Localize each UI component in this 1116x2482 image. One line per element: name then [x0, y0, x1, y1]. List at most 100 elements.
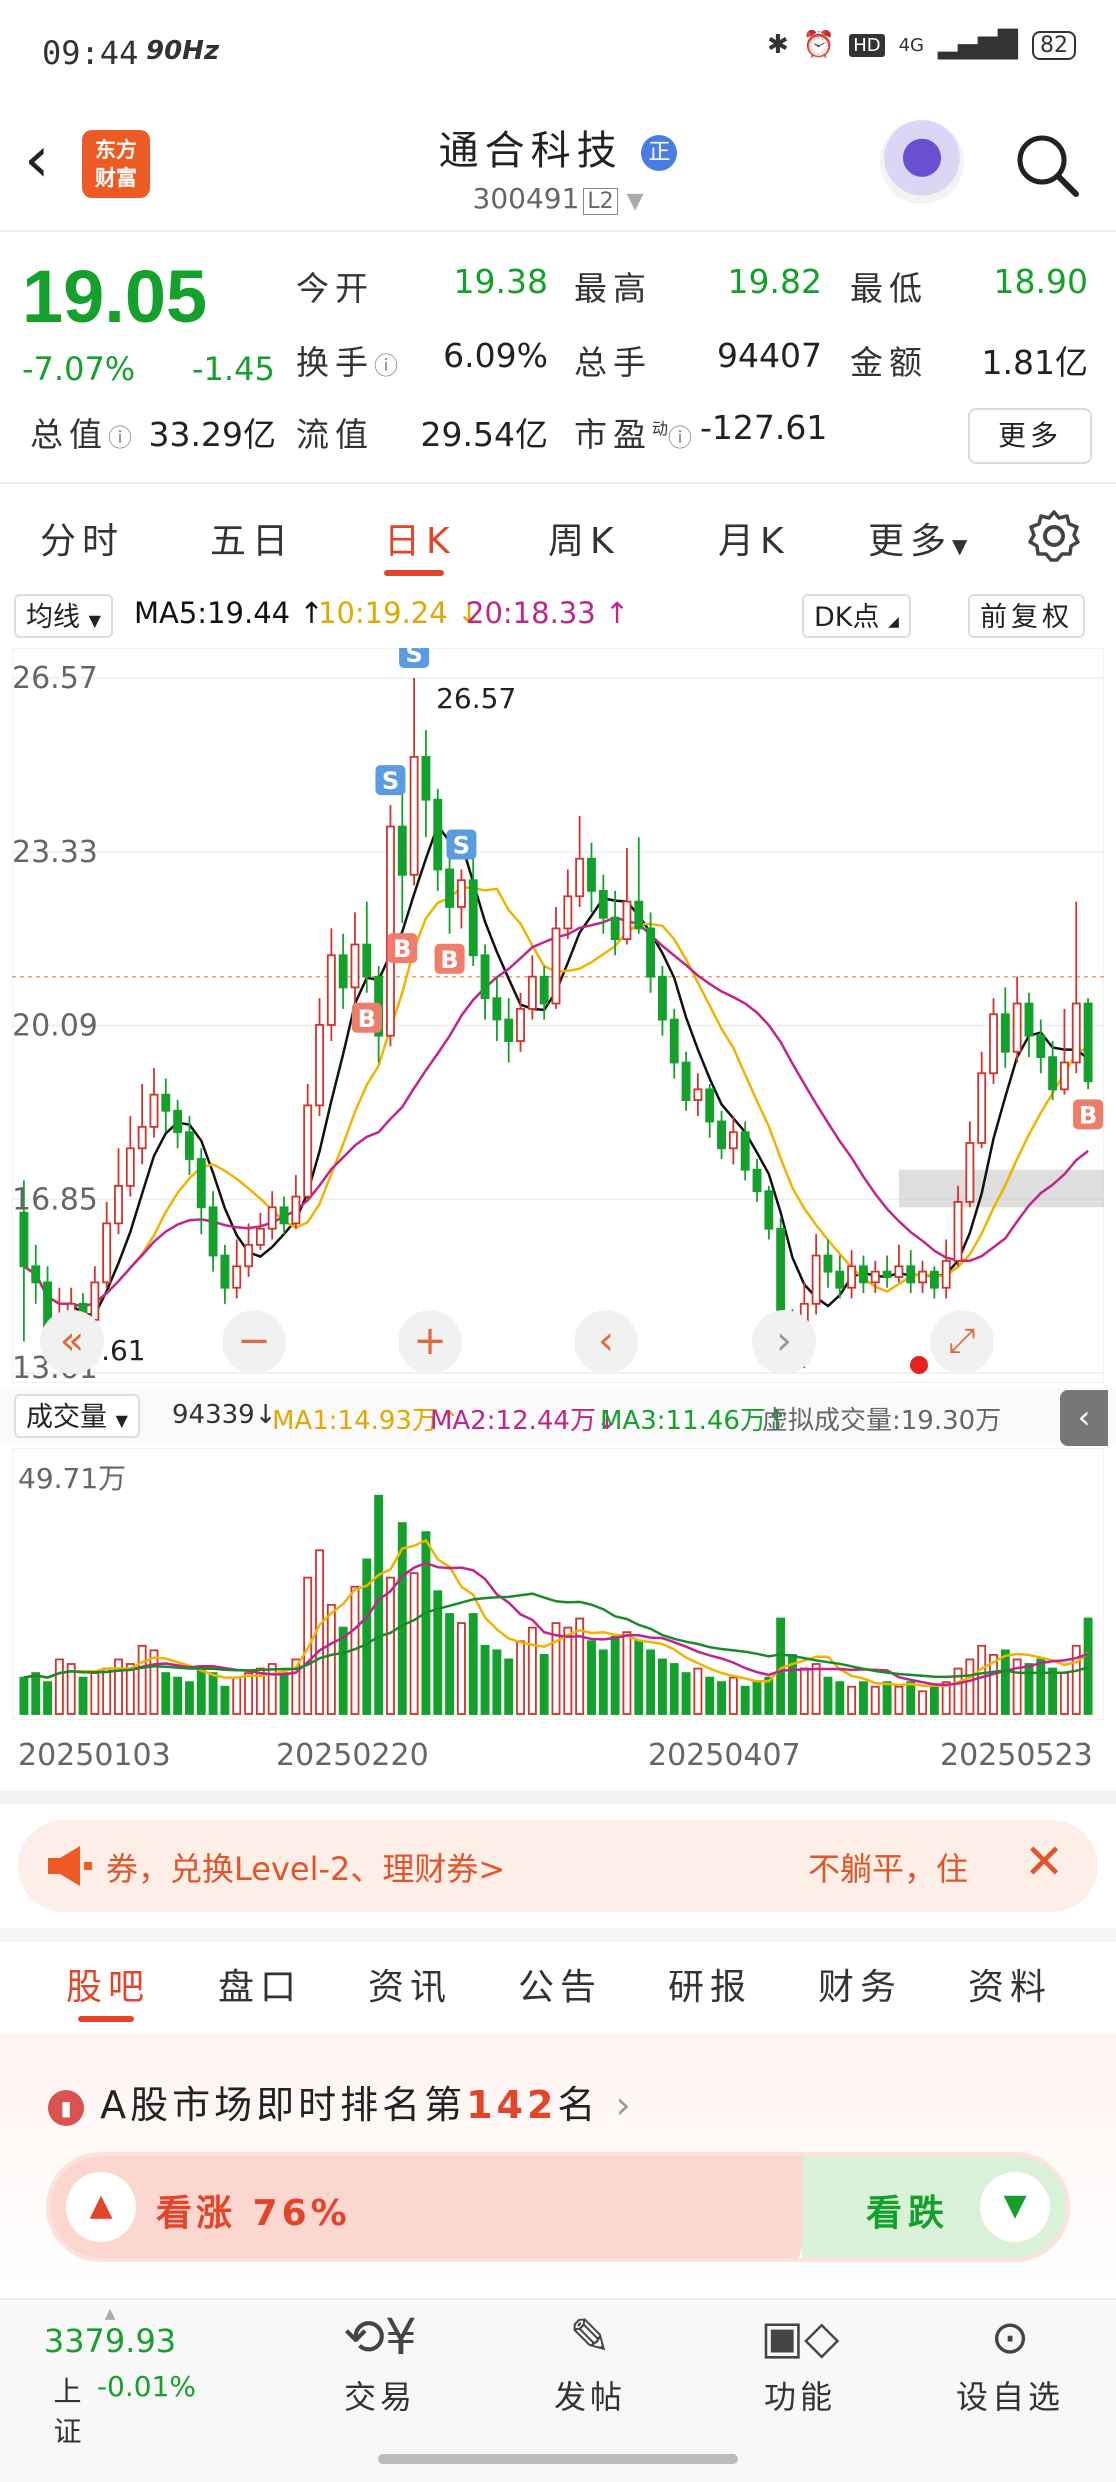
active-tab-indicator [78, 2016, 134, 2022]
candle-body [102, 1222, 112, 1284]
tab-more[interactable]: 更多▼ [868, 512, 967, 564]
collapse-panel-icon[interactable]: ‹ [1060, 1390, 1108, 1446]
indicator-selector[interactable]: 成交量 ▼ [14, 1394, 140, 1438]
more-button[interactable]: 更多 [968, 408, 1092, 464]
y-tick-label: 16.85 [12, 1182, 98, 1217]
candle-body [823, 1254, 833, 1273]
pe-label[interactable]: 市盈动ⓘ [574, 408, 692, 456]
volume-bar [31, 1672, 41, 1715]
bear-label[interactable]: 看跌 [866, 2184, 950, 2236]
bull-arrow-icon[interactable]: ▲ [66, 2172, 136, 2242]
scroll-left-icon[interactable]: ‹ [574, 1310, 638, 1374]
last-price: 19.05 [22, 255, 208, 338]
close-icon[interactable]: ✕ [1024, 1834, 1064, 1890]
tab-stock-forum[interactable]: 股吧 [66, 1958, 150, 2010]
ma-selector[interactable]: 均线 ▼ [14, 594, 113, 638]
tab-announcements[interactable]: 公告 [518, 1958, 602, 2010]
tab-weekly-k[interactable]: 周K [548, 512, 620, 564]
volume-bar [267, 1663, 277, 1715]
candle-body [610, 916, 620, 941]
fullscreen-icon[interactable]: ⤢ [930, 1310, 994, 1374]
virtual-volume: 虚拟成交量:19.30万 [762, 1406, 1002, 1436]
turnover-label[interactable]: 换手ⓘ [296, 336, 398, 384]
tab-profile[interactable]: 资料 [968, 1958, 1052, 2010]
tab-intraday[interactable]: 分时 [40, 512, 124, 564]
y-tick-label: 20.09 [12, 1009, 98, 1044]
stock-code-text: 300491 [472, 182, 580, 215]
volume-bar [220, 1685, 230, 1715]
stock-name: 通合科技 [438, 128, 623, 174]
tab-news[interactable]: 资讯 [368, 1958, 452, 2010]
gear-icon[interactable] [1026, 508, 1082, 564]
x-axis-date: 20250220 [276, 1738, 429, 1773]
tab-research[interactable]: 研报 [668, 1958, 752, 2010]
tab-finance[interactable]: 财务 [818, 1958, 902, 2010]
adjust-button[interactable]: 前复权 [968, 594, 1085, 638]
turnover-value: 6.09% [443, 336, 548, 375]
nav-trade[interactable]: ⟲¥ 交易 [290, 2300, 470, 2418]
volume-legend-row: 成交量 ▼ 94339↓ MA1:14.93万↑ MA2:12.44万↓ MA3… [0, 1388, 1116, 1446]
robot-assistant-icon[interactable] [880, 120, 964, 204]
mktcap-label[interactable]: 总值ⓘ [30, 408, 132, 456]
volume-bar [610, 1635, 620, 1715]
volume-bar [894, 1685, 904, 1715]
index-ticker[interactable]: ▲ 3379.93 上证 -0.01% [20, 2300, 200, 2450]
index-change: -0.01% [96, 2370, 196, 2403]
volume-bar [752, 1681, 762, 1715]
bear-arrow-icon[interactable]: ▼ [980, 2172, 1050, 2242]
volume-bar [575, 1617, 585, 1715]
volume-value: 94407 [717, 336, 822, 375]
tab-monthly-k[interactable]: 月K [718, 512, 790, 564]
scroll-left-fast-icon[interactable]: « [40, 1310, 104, 1374]
candle-body [882, 1270, 892, 1278]
candle-body [31, 1265, 41, 1284]
candle-body [953, 1201, 963, 1262]
zoom-in-icon[interactable]: + [398, 1310, 462, 1374]
y-tick-label: 23.33 [12, 835, 98, 870]
candle-body [161, 1093, 171, 1112]
nav-functions[interactable]: ▣◇ 功能 [710, 2300, 890, 2418]
candle-body [563, 895, 573, 930]
volume-bar [244, 1672, 254, 1715]
volume-bar [681, 1672, 691, 1715]
candle-body [527, 975, 537, 1010]
float-label: 流值 [296, 415, 374, 454]
chart-period-tabs: 分时 五日 日K 周K 月K 更多▼ [0, 486, 1116, 582]
ranking-icon: ▮ [48, 2089, 84, 2126]
volume-bar [882, 1681, 892, 1715]
volume-max-label: 49.71万 [18, 1462, 126, 1495]
candle-body [835, 1270, 845, 1289]
tab-5day[interactable]: 五日 [210, 512, 294, 564]
ma-legend-row: 均线 ▼ MA5:19.44 ↑ 10:19.24 ↓ 20:18.33 ↑ D… [0, 590, 1116, 642]
ranking-suffix: 名 [557, 2083, 600, 2127]
nav-post[interactable]: ✎ 发帖 [500, 2300, 680, 2418]
promo-banner[interactable]: 券，兑换Level-2、理财券> 不躺平，住 ✕ [18, 1820, 1098, 1912]
candle-body [137, 1125, 147, 1150]
hd-icon: HD [849, 33, 885, 57]
volume-bar [456, 1622, 466, 1715]
candle-body [149, 1093, 159, 1128]
scroll-right-icon[interactable]: › [752, 1310, 816, 1374]
nav-watchlist[interactable]: ⊙ 设自选 [920, 2300, 1100, 2418]
volume-bar [705, 1676, 715, 1715]
tab-daily-k[interactable]: 日K [384, 512, 456, 564]
candle-body [114, 1184, 123, 1225]
volume-bar [646, 1649, 656, 1715]
home-indicator[interactable] [378, 2454, 738, 2464]
zoom-out-icon[interactable]: − [222, 1310, 286, 1374]
search-icon[interactable] [1012, 130, 1084, 202]
volume-bar [173, 1676, 183, 1715]
low-label: 最低 [850, 269, 928, 308]
ranking-title[interactable]: ▮ A股市场即时排名第142名 › [48, 2074, 635, 2129]
candle-body [764, 1190, 774, 1230]
candlestick-chart[interactable]: SSSBBBB26.57←13.61 26.5723.3320.0916.851… [12, 648, 1104, 1383]
candle-body [1059, 1061, 1069, 1091]
candle-body [244, 1243, 254, 1268]
tab-order-book[interactable]: 盘口 [218, 1958, 302, 2010]
ma20-value: 20:18.33 ↑ [466, 596, 630, 630]
bull-label[interactable]: 看涨 76% [156, 2184, 351, 2236]
candle-body [941, 1260, 951, 1289]
volume-bar [657, 1658, 667, 1715]
dk-point-button[interactable]: DK点 ◢ [802, 594, 911, 638]
volume-bar [539, 1653, 549, 1715]
